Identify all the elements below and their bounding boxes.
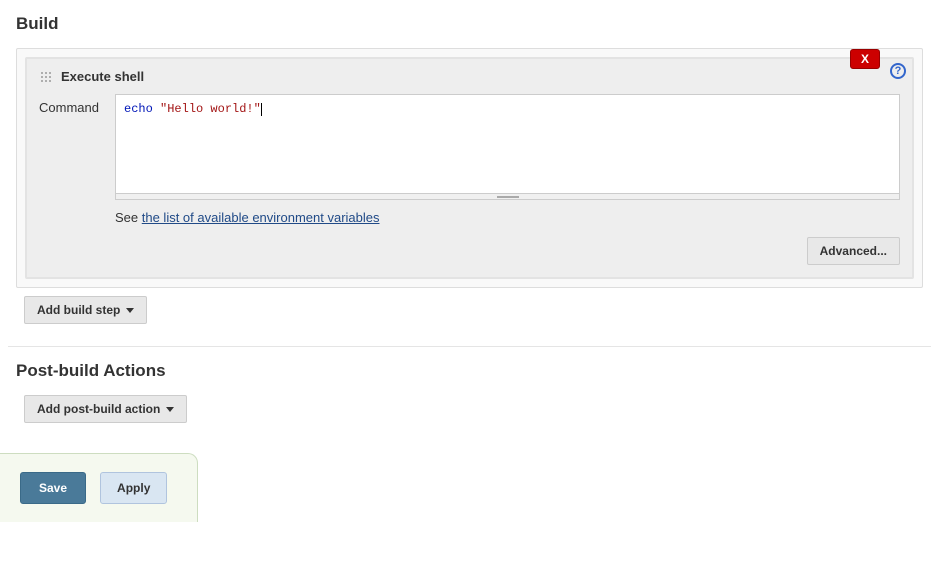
code-string: "Hello world!"	[160, 102, 261, 116]
bottom-action-bar: Save Apply	[0, 453, 198, 522]
build-step-title: Execute shell	[61, 69, 144, 84]
command-label: Command	[39, 94, 103, 115]
env-vars-link[interactable]: the list of available environment variab…	[142, 210, 380, 225]
chevron-down-icon	[126, 308, 134, 313]
add-post-build-action-label: Add post-build action	[37, 402, 160, 416]
build-section-title: Build	[16, 14, 931, 34]
code-keyword: echo	[124, 102, 153, 116]
advanced-button[interactable]: Advanced...	[807, 237, 900, 265]
build-block: X ? Execute shell Command echo "Hello wo…	[16, 48, 923, 288]
build-step: X ? Execute shell Command echo "Hello wo…	[25, 57, 914, 279]
save-button[interactable]: Save	[20, 472, 86, 504]
apply-button[interactable]: Apply	[100, 472, 167, 504]
text-caret	[261, 103, 262, 116]
help-icon[interactable]: ?	[890, 63, 906, 79]
chevron-down-icon	[166, 407, 174, 412]
drag-handle-icon[interactable]	[39, 70, 53, 84]
add-post-build-action-button[interactable]: Add post-build action	[24, 395, 187, 423]
command-input[interactable]: echo "Hello world!"	[115, 94, 900, 194]
command-hint: See the list of available environment va…	[115, 210, 900, 225]
section-divider	[8, 346, 931, 347]
hint-prefix: See	[115, 210, 142, 225]
resize-handle[interactable]	[115, 194, 900, 200]
post-build-section-title: Post-build Actions	[16, 361, 931, 381]
add-build-step-button[interactable]: Add build step	[24, 296, 147, 324]
delete-step-button[interactable]: X	[850, 49, 880, 69]
add-build-step-label: Add build step	[37, 303, 120, 317]
